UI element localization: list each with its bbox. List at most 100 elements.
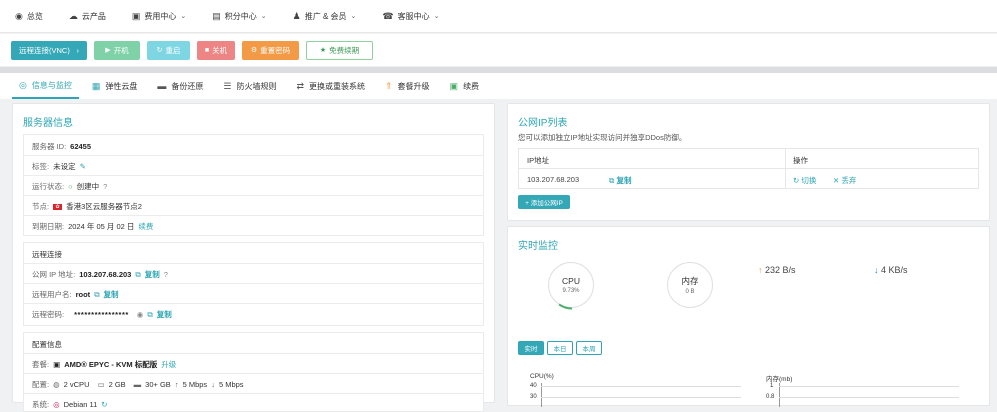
discard-ip-link[interactable]: ✕ 丢弃 <box>833 175 856 186</box>
tab-label: 备份还原 <box>171 81 204 91</box>
upload-icon: ↑ <box>174 380 179 389</box>
copy-icon: ⧉ <box>609 176 615 185</box>
node-value: 香港3区云服务器节点2 <box>66 202 142 211</box>
expire-value: 2024 年 05 月 02 日 <box>68 222 135 231</box>
public-ip-row: 公网 IP 地址: 103.207.68.203 ⧉ 复制 ? <box>32 269 168 280</box>
renew-link[interactable]: 续费 <box>138 221 153 232</box>
points-icon: ▤ <box>212 10 221 21</box>
nav-item-label: 费用中心 <box>144 11 177 21</box>
tag-label: 标签: <box>32 162 50 171</box>
copy-icon[interactable]: ⧉ <box>135 270 140 280</box>
support-icon: ☎ <box>382 10 394 21</box>
show-password-icon[interactable]: ◉ <box>137 310 144 319</box>
reinstall-icon[interactable]: ↻ <box>101 400 107 409</box>
cpu-chart-gridline <box>541 397 741 398</box>
free-renew-button[interactable]: ★ 免费续期 <box>306 40 373 60</box>
download-rate: ↓ 4 KB/s <box>874 265 908 275</box>
column-divider <box>785 169 786 189</box>
memory-gauge-label: 内存 <box>681 276 699 286</box>
copy-username-link[interactable]: 复制 <box>104 289 119 300</box>
cpu-chart-gridline <box>541 386 741 387</box>
tab-2[interactable]: ▬ 备份还原 <box>150 73 210 99</box>
disk-icon: ▬ <box>133 380 142 389</box>
power-on-button[interactable]: ▶ 开机 <box>94 40 140 60</box>
edit-tag-icon[interactable]: ✎ <box>80 162 86 171</box>
tab-label: 套餐升级 <box>397 81 430 91</box>
switch-ip-link[interactable]: ↻ 切换 <box>793 175 816 186</box>
range-week-button[interactable]: 本周 <box>576 341 602 355</box>
node-row: 节点: ✿ 香港3区云服务器节点2 <box>32 201 142 212</box>
reset-password-button[interactable]: ⚙ 重置密码 <box>242 40 299 60</box>
memory-chart-tick: 1 <box>770 383 774 389</box>
package-label: 套餐: <box>32 360 50 369</box>
tab-4[interactable]: ⇄ 更换或重装系统 <box>289 73 372 99</box>
chevron-down-icon: ⌄ <box>180 13 187 20</box>
memory-chart-tick: 0.8 <box>766 394 775 400</box>
chevron-down-icon: ⌄ <box>260 13 267 20</box>
divider <box>24 353 483 354</box>
nav-item-label: 总览 <box>26 11 43 21</box>
chevron-down-icon: ⌄ <box>350 13 357 20</box>
upload-rate-value: 232 B/s <box>765 265 796 275</box>
cpu-chart-title: CPU(%) <box>530 373 554 380</box>
upgrade-link[interactable]: 升级 <box>161 359 176 370</box>
members-icon: ♟ <box>292 10 301 21</box>
config-info-title: 配置信息 <box>32 340 62 349</box>
memory-chart-gridline <box>779 386 959 387</box>
upgrade-icon: ⇑ <box>385 80 393 91</box>
nav-item-1[interactable]: ☁ 云产品 <box>69 11 106 22</box>
tab-0[interactable]: ◎ 信息与监控 <box>12 73 79 99</box>
close-icon: ✕ <box>833 176 840 185</box>
billing-icon: ▣ <box>131 10 141 21</box>
copy-icon[interactable]: ⧉ <box>94 290 99 300</box>
divider <box>24 215 483 216</box>
upload-value: 5 Mbps <box>182 380 208 389</box>
server-id-label: 服务器 ID: <box>32 142 67 151</box>
help-icon[interactable]: ? <box>164 270 168 279</box>
nav-item-5[interactable]: ☎ 客服中心 ⌄ <box>382 11 439 22</box>
reset-password-button-label: 重置密码 <box>260 45 291 55</box>
nav-item-4[interactable]: ♟ 推广 & 会员 ⌄ <box>293 11 357 22</box>
power-off-button[interactable]: ■ 关机 <box>197 40 235 60</box>
nav-item-2[interactable]: ▣ 费用中心 ⌄ <box>132 11 186 22</box>
add-public-ip-button[interactable]: + 添加公网IP <box>518 195 570 209</box>
tab-1[interactable]: ▦ 弹性云盘 <box>85 73 145 99</box>
nav-item-3[interactable]: ▤ 积分中心 ⌄ <box>212 11 266 22</box>
tag-value: 未设定 <box>53 162 76 171</box>
divider <box>24 373 483 374</box>
tab-5[interactable]: ⇑ 套餐升级 <box>378 73 437 99</box>
nav-item-0[interactable]: ◉ 总览 <box>15 11 43 22</box>
nav-item-label: 云产品 <box>81 11 106 21</box>
copy-ip-row-link[interactable]: ⧉ 复制 <box>609 175 631 186</box>
divider <box>24 195 483 196</box>
top-navigation: ◉ 总览 ☁ 云产品 ▣ 费用中心 ⌄ ▤ 积分中心 ⌄ ♟ 推广 & 会员 ⌄ ☎ 客服中心 ⌄ <box>0 0 997 33</box>
copy-icon[interactable]: ⧉ <box>147 310 152 320</box>
copy-ip-link[interactable]: 复制 <box>145 269 160 280</box>
restart-button[interactable]: ↻ 重启 <box>147 40 190 60</box>
reset-password-icon: ⚙ <box>250 47 258 54</box>
help-icon[interactable]: ? <box>103 182 107 191</box>
username-label: 远程用户名: <box>32 290 72 299</box>
range-realtime-button[interactable]: 实时 <box>518 341 544 355</box>
cpu-icon: ◍ <box>53 380 60 389</box>
divider <box>24 175 483 176</box>
memory-chart-title: 内存(mb) <box>766 376 793 383</box>
upload-rate: ↑ 232 B/s <box>758 265 796 275</box>
nav-item-label: 客服中心 <box>397 11 430 21</box>
tab-6[interactable]: ▣ 续费 <box>443 73 487 99</box>
copy-password-link[interactable]: 复制 <box>157 309 172 320</box>
dashboard-icon: ◉ <box>15 10 23 21</box>
tab-3[interactable]: ☰ 防火墙规则 <box>216 73 283 99</box>
disk-value: 30+ GB <box>145 380 171 389</box>
range-selector: 实时 本日 本周 <box>518 341 602 355</box>
public-ip-card: 公网IP列表 您可以添加独立IP地址实现访问并独享DDos防御。 IP地址 操作… <box>507 103 990 221</box>
monitor-title: 实时监控 <box>518 241 558 252</box>
spec-label: 配置: <box>32 380 50 389</box>
ip-table-header: IP地址 操作 <box>519 149 978 169</box>
range-today-button[interactable]: 本日 <box>547 341 573 355</box>
cloud-products-icon: ☁ <box>68 10 78 21</box>
status-indicator-icon: ○ <box>68 182 73 191</box>
remote-vnc-button[interactable]: 远程连接(VNC) › <box>11 40 87 60</box>
column-divider <box>785 149 786 168</box>
realtime-monitor-card: 实时监控 CPU 9.73% 内存 0 B ↑ 232 B/s ↓ 4 KB/s… <box>507 226 990 407</box>
